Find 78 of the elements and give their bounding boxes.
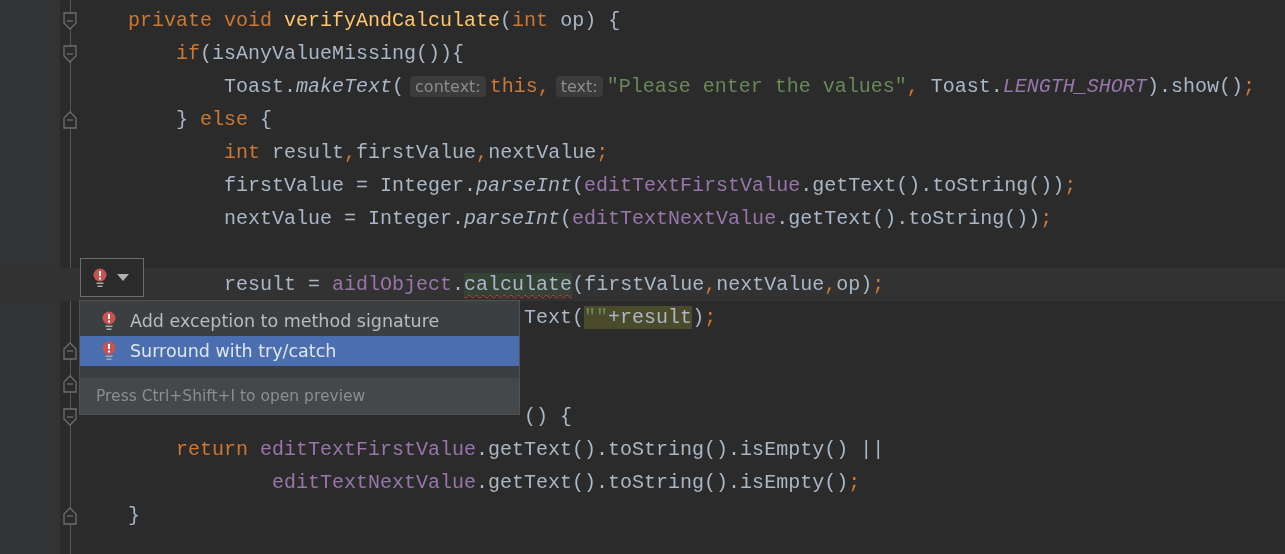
code-text: () {	[524, 405, 573, 428]
string-literal: ""	[584, 306, 609, 329]
punctuation: ,	[476, 141, 489, 164]
punctuation: ;	[1040, 207, 1053, 230]
code-text: (isAnyValueMissing()){	[200, 42, 465, 65]
menu-item[interactable]: Add exception to method signature	[80, 306, 519, 336]
fold-end-icon[interactable]	[63, 374, 77, 393]
keyword: if	[176, 42, 201, 65]
code-text: {	[260, 108, 273, 131]
field-name: editTextNextValue	[272, 471, 477, 494]
code-text: .	[452, 273, 465, 296]
method-name: verifyAndCalculate	[284, 9, 501, 32]
code-text: (	[560, 207, 573, 230]
code-text: firstValue = Integer.	[224, 174, 477, 197]
code-text: .getText().toString().isEmpty() ||	[476, 438, 885, 461]
punctuation: ;	[848, 471, 861, 494]
code-text: .getText().toString().isEmpty()	[476, 471, 849, 494]
menu-item[interactable]: Surround with try/catch	[80, 336, 519, 366]
field-name: editTextFirstValue	[584, 174, 801, 197]
code-text: op)	[836, 273, 873, 296]
code-text: .getText().toString())	[800, 174, 1065, 197]
menu-footer-hint: Press Ctrl+Shift+I to open preview	[80, 378, 519, 414]
fold-start-icon[interactable]	[63, 407, 77, 426]
keyword: int	[512, 9, 549, 32]
code-text: nextValue = Integer.	[224, 207, 465, 230]
punctuation: ,	[344, 141, 357, 164]
error-bulb-icon	[93, 267, 107, 288]
method-call: parseInt	[464, 207, 561, 230]
punctuation: ;	[1242, 75, 1255, 98]
code-text: (	[572, 174, 585, 197]
code-text: )	[692, 306, 705, 329]
string-literal: "Please enter the values"	[606, 75, 907, 98]
method-call: parseInt	[476, 174, 573, 197]
code-text: (	[392, 75, 405, 98]
keyword: this,	[489, 75, 550, 98]
code-text: }	[128, 504, 140, 527]
fold-end-icon[interactable]	[63, 110, 77, 129]
constant-name: LENGTH_SHORT	[1002, 75, 1147, 98]
error-bulb-icon	[102, 311, 116, 331]
method-call: makeText	[296, 75, 393, 98]
code-text: +result	[608, 306, 693, 329]
code-text: Text(	[524, 306, 585, 329]
code-text: result =	[224, 273, 322, 296]
punctuation: ;	[872, 273, 885, 296]
field-name: editTextNextValue	[572, 207, 777, 230]
code-text: }	[176, 108, 190, 131]
code-text: .getText().toString())	[776, 207, 1041, 230]
field-name: editTextFirstValue	[260, 438, 477, 461]
code-text: (firstValue	[572, 273, 705, 296]
code-text: nextValue	[716, 273, 825, 296]
error-method-call: calculate	[464, 273, 573, 296]
punctuation: ;	[1064, 174, 1077, 197]
quick-fix-button[interactable]	[80, 258, 144, 297]
punctuation: ;	[596, 141, 609, 164]
keyword: else	[200, 108, 249, 131]
code-text: Toast.	[224, 75, 297, 98]
fold-end-icon[interactable]	[63, 506, 77, 525]
caret-icon	[117, 274, 129, 281]
code-text: op) {	[560, 9, 621, 32]
code-text: (	[500, 9, 513, 32]
error-bulb-icon	[102, 341, 116, 361]
keyword: return	[176, 438, 250, 461]
field-name: aidlObject	[332, 273, 453, 296]
punctuation: ,	[906, 75, 920, 98]
fold-start-icon[interactable]	[63, 11, 77, 30]
code-text: firstValue	[356, 141, 477, 164]
fold-start-icon[interactable]	[63, 44, 77, 63]
punctuation: ;	[704, 306, 717, 329]
punctuation: ,	[824, 273, 837, 296]
parameter-hint: context:	[410, 76, 486, 97]
code-text: Toast.	[930, 75, 1003, 98]
code-text: nextValue	[488, 141, 597, 164]
keyword: private void	[128, 9, 274, 32]
parameter-hint: text:	[555, 76, 603, 97]
fold-end-icon[interactable]	[63, 341, 77, 360]
keyword: int	[224, 141, 261, 164]
punctuation: ,	[704, 273, 717, 296]
code-text: result	[272, 141, 345, 164]
